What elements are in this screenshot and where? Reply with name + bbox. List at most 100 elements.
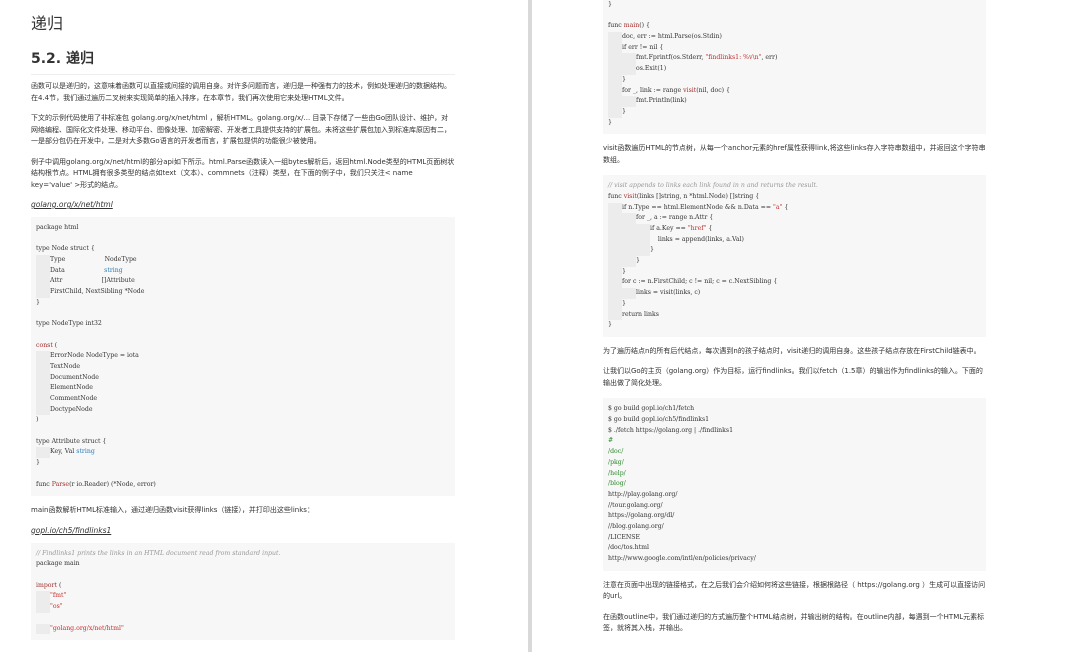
code-token: } [622, 75, 626, 83]
code-block-shell-output: $ go build gopl.io/ch1/fetch $ go build g… [603, 398, 986, 571]
code-token: links = append(links, a.Val) [650, 235, 744, 243]
code-token: } [622, 299, 626, 307]
code-token: DocumentNode [50, 373, 99, 381]
code-token: Key, Val [50, 448, 77, 456]
code-token: func [608, 22, 624, 30]
code-token: } [608, 321, 612, 329]
code-token: package main [36, 560, 80, 568]
code-token: func [608, 192, 624, 200]
code-token: "os" [50, 603, 63, 611]
left-page-content: 递归 5.2. 递归 函数可以是递归的，这意味着函数可以直接或间接的调用自身。对… [31, 10, 455, 649]
code-token: main [623, 22, 640, 30]
paragraph-recursion: 为了遍历结点n的所有后代结点，每次遇到n的孩子结点时，visit递归的调用自身。… [603, 346, 981, 355]
code-line: links = visit(links, c) [608, 288, 981, 299]
code-token: { [706, 225, 713, 232]
paragraph-visit: visit函数遍历HTML的节点树，从每一个anchor元素的href属性获得l… [603, 144, 986, 164]
paragraph-link-format: 注意在页面中出现的链接格式，在之后我们会介绍如何将这些链接，根据根路径（ htt… [603, 580, 986, 601]
code-token: Type NodeType [50, 256, 137, 264]
code-token: } [622, 107, 626, 115]
code-block-findlinks1-header: // Findlinks1 prints the links in an HTM… [31, 542, 455, 641]
code-line: for _, link := range visit(nil, doc) { [608, 85, 981, 97]
code-line: /LICENSE [608, 533, 981, 544]
code-token: visit [623, 192, 637, 200]
code-line: CommentNode [36, 394, 450, 405]
code-token: } [36, 298, 40, 306]
code-line: ErrorNode NodeType = iota [36, 351, 450, 362]
code-line: } [608, 118, 981, 129]
code-line: fmt.Fprintf(os.Stderr, "findlinks1: %v\n… [608, 53, 981, 65]
code-token: /doc/tos.html [608, 544, 649, 552]
code-token: type NodeType int32 [36, 320, 102, 328]
code-token: TextNode [50, 362, 81, 370]
code-token: for c := n.FirstChild; c != nil; c = c.N… [622, 278, 778, 286]
code-line: func Parse(r io.Reader) (*Node, error) [36, 480, 450, 491]
code-line: Data string [36, 265, 450, 277]
code-token: ) [36, 416, 39, 424]
code-line: func main() { [608, 21, 981, 32]
code-token: "findlinks1: %v\n" [705, 54, 762, 62]
code-token: "fmt" [50, 592, 67, 600]
code-line: /pkg/ [608, 458, 981, 469]
code-token: links = visit(links, c) [636, 289, 701, 297]
code-line: os.Exit(1) [608, 64, 981, 75]
code-token: //blog.golang.org/ [608, 522, 664, 530]
code-token: if n.Type == html.ElementNode && n.Data … [622, 203, 773, 211]
code-line: return links [608, 309, 981, 321]
code-token: return links [622, 310, 659, 318]
right-page-content: } func main() {doc, err := html.Parse(os.… [603, 0, 986, 644]
code-line: } [608, 0, 981, 11]
code-line: DoctypeNode [36, 404, 450, 416]
right-page: } func main() {doc, err := html.Parse(os.… [532, 0, 1080, 652]
code-token: string [76, 448, 95, 456]
code-token: () { [639, 22, 650, 30]
code-line: if a.Key == "href" { [608, 224, 981, 235]
chapter-title: 递归 [31, 14, 64, 33]
code-line: TextNode [36, 361, 450, 373]
code-line: Type NodeType [36, 255, 450, 266]
code-line: } [608, 256, 981, 267]
paragraph-api: 例子中调用golang.org/x/net/html的部分api如下所示。htm… [31, 157, 455, 189]
code-token: $ go build gopl.io/ch5/findlinks1 [608, 416, 710, 424]
code-line: # [608, 436, 981, 447]
code-line: package main [36, 559, 450, 570]
code-token: if err != nil { [622, 43, 664, 51]
code-line: http://play.golang.org/ [608, 490, 981, 501]
code-line: DocumentNode [36, 372, 450, 384]
code-line: } [36, 458, 450, 469]
code-token: (links []string, n *html.Node) []string … [636, 192, 760, 200]
link-findlinks1[interactable]: gopl.io/ch5/findlinks1 [31, 526, 455, 535]
code-token: { [782, 203, 789, 211]
code-token: $ ./fetch https://golang.org | ./findlin… [608, 426, 734, 434]
code-line: for _, a := range n.Attr { [608, 213, 981, 224]
code-line: } [608, 266, 981, 278]
code-token: doc, err := html.Parse(os.Stdin) [622, 33, 722, 41]
code-line: type NodeType int32 [36, 319, 450, 330]
code-token: CommentNode [50, 395, 98, 402]
code-token: if a.Key == [650, 225, 688, 232]
code-token: Data [50, 266, 105, 274]
code-token: http://play.golang.org/ [608, 490, 678, 498]
code-line: package html [36, 223, 450, 234]
link-golang-net-html[interactable]: golang.org/x/net/html [31, 200, 455, 209]
code-line: Attr []Attribute [36, 276, 450, 288]
code-line: type Node struct { [36, 244, 450, 255]
code-token: fmt.Fprintf(os.Stderr, [636, 54, 706, 62]
paragraph-packages: 下文的示例代码使用了非标准包 golang.org/x/net/html ，解析… [31, 114, 451, 145]
code-line: doc, err := html.Parse(os.Stdin) [608, 32, 981, 43]
code-token: /doc/ [608, 448, 624, 456]
paragraph-intro: 函数可以是递归的，这意味着函数可以直接或间接的调用自身。对许多问题而言，递归是一… [31, 82, 451, 102]
code-line: // visit appends to links each link foun… [608, 181, 981, 192]
code-token: visit [683, 86, 697, 94]
code-block-main-func: } func main() {doc, err := html.Parse(os.… [603, 0, 986, 135]
code-token: /help/ [608, 469, 626, 477]
code-token: ElementNode [50, 384, 93, 392]
code-token: for _, link := range [622, 86, 684, 94]
code-line: //tour.golang.org/ [608, 501, 981, 512]
code-line: https://golang.org/dl/ [608, 511, 981, 522]
code-token: # [608, 437, 614, 445]
